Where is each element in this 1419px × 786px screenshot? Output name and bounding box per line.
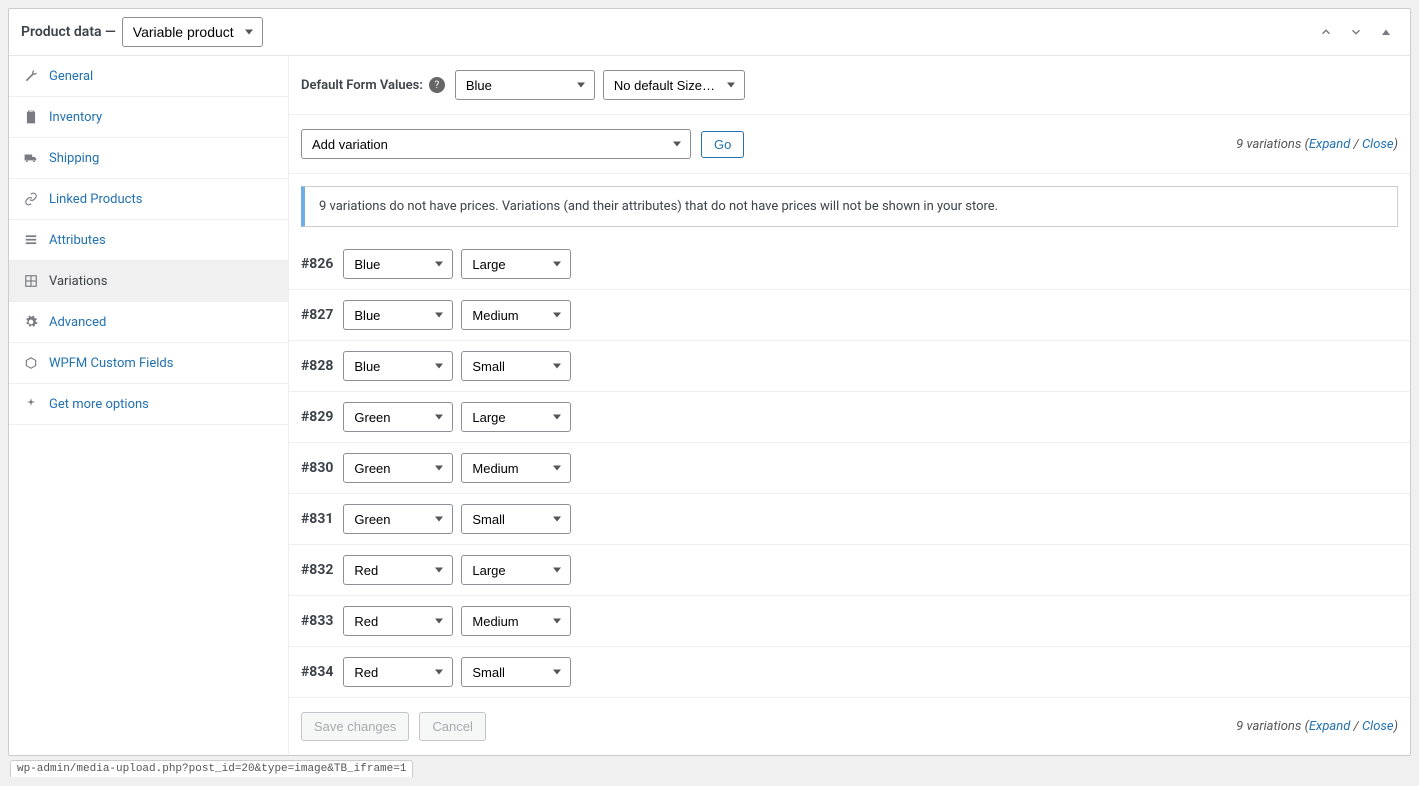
link-icon (23, 191, 39, 207)
variations-footer: Save changes Cancel 9 variations (Expand… (289, 698, 1410, 755)
variation-id: #834 (301, 664, 333, 680)
variation-id: #826 (301, 256, 333, 272)
save-changes-button[interactable]: Save changes (301, 712, 409, 741)
variation-size-select[interactable]: Medium (461, 300, 571, 330)
variation-color-select[interactable]: Blue (343, 351, 453, 381)
tab-label: Shipping (49, 151, 99, 166)
status-bar: wp-admin/media-upload.php?post_id=20&typ… (8, 756, 1411, 777)
variation-id: #829 (301, 409, 333, 425)
variation-color-select[interactable]: Red (343, 555, 453, 585)
product-type-select[interactable]: Variable product (122, 17, 263, 47)
panel-header: Product data — Variable product (9, 9, 1410, 56)
close-link[interactable]: Close (1362, 719, 1394, 734)
variations-content: Default Form Values: ? Blue No default S… (289, 56, 1410, 755)
tab-variations[interactable]: Variations (9, 261, 288, 302)
default-size-select[interactable]: No default Size… (603, 70, 745, 100)
expand-link[interactable]: Expand (1309, 719, 1350, 734)
tab-advanced[interactable]: Advanced (9, 302, 288, 343)
box-icon (23, 355, 39, 371)
panel-body: General Inventory Shipping Linked Produc… (9, 56, 1410, 755)
variation-row[interactable]: #832 Red Large (289, 545, 1410, 596)
variation-id: #831 (301, 511, 333, 527)
variation-color-select[interactable]: Green (343, 504, 453, 534)
help-icon[interactable]: ? (429, 77, 445, 93)
variation-size-select[interactable]: Medium (461, 606, 571, 636)
product-data-tabs: General Inventory Shipping Linked Produc… (9, 56, 289, 755)
variation-size-select[interactable]: Small (461, 657, 571, 687)
tab-label: Advanced (49, 315, 106, 330)
close-link[interactable]: Close (1362, 137, 1394, 152)
variation-row[interactable]: #827 Blue Medium (289, 290, 1410, 341)
variation-color-select[interactable]: Red (343, 606, 453, 636)
tab-label: General (49, 69, 93, 84)
variation-action-select[interactable]: Add variation (301, 129, 691, 159)
tab-wpfm-custom-fields[interactable]: WPFM Custom Fields (9, 343, 288, 384)
price-warning-notice: 9 variations do not have prices. Variati… (301, 186, 1398, 227)
add-variation-toolbar: Add variation Go 9 variations (Expand / … (289, 115, 1410, 174)
variation-row[interactable]: #834 Red Small (289, 647, 1410, 698)
variation-row[interactable]: #829 Green Large (289, 392, 1410, 443)
product-data-panel: Product data — Variable product (8, 8, 1411, 756)
variation-row[interactable]: #830 Green Medium (289, 443, 1410, 494)
default-color-select[interactable]: Blue (455, 70, 595, 100)
default-form-values-label: Default Form Values: (301, 78, 423, 93)
variations-list: #826 Blue Large #827 Blue Medium #828 Blue Small… (289, 239, 1410, 698)
tab-label: Attributes (49, 233, 106, 248)
panel-collapse-icon[interactable] (1374, 20, 1398, 44)
tab-inventory[interactable]: Inventory (9, 97, 288, 138)
variation-id: #832 (301, 562, 333, 578)
variation-color-select[interactable]: Blue (343, 249, 453, 279)
truck-icon (23, 150, 39, 166)
variation-size-select[interactable]: Small (461, 504, 571, 534)
sparkle-icon (23, 396, 39, 412)
variations-count-top: 9 variations (Expand / Close) (1236, 137, 1398, 152)
list-icon (23, 232, 39, 248)
tab-label: Inventory (49, 110, 102, 125)
variation-size-select[interactable]: Small (461, 351, 571, 381)
variation-id: #828 (301, 358, 333, 374)
panel-title: Product data — (21, 24, 116, 40)
variation-row[interactable]: #826 Blue Large (289, 239, 1410, 290)
variation-row[interactable]: #831 Green Small (289, 494, 1410, 545)
tab-get-more-options[interactable]: Get more options (9, 384, 288, 425)
tab-linked-products[interactable]: Linked Products (9, 179, 288, 220)
variation-color-select[interactable]: Red (343, 657, 453, 687)
variation-id: #833 (301, 613, 333, 629)
tab-label: Get more options (49, 397, 149, 412)
variation-size-select[interactable]: Large (461, 402, 571, 432)
variation-color-select[interactable]: Green (343, 453, 453, 483)
tab-label: Linked Products (49, 192, 142, 207)
wrench-icon (23, 68, 39, 84)
tab-attributes[interactable]: Attributes (9, 220, 288, 261)
variations-count-bottom: 9 variations (Expand / Close) (1236, 719, 1398, 734)
clipboard-icon (23, 109, 39, 125)
variation-id: #827 (301, 307, 333, 323)
variation-id: #830 (301, 460, 333, 476)
status-bar-text: wp-admin/media-upload.php?post_id=20&typ… (10, 760, 413, 777)
go-button[interactable]: Go (701, 131, 744, 158)
tab-shipping[interactable]: Shipping (9, 138, 288, 179)
variation-size-select[interactable]: Large (461, 249, 571, 279)
tab-label: WPFM Custom Fields (49, 356, 173, 371)
variation-size-select[interactable]: Large (461, 555, 571, 585)
variation-color-select[interactable]: Blue (343, 300, 453, 330)
cancel-button[interactable]: Cancel (419, 712, 485, 741)
tab-general[interactable]: General (9, 56, 288, 97)
grid-icon (23, 273, 39, 289)
panel-order-down-icon[interactable] (1344, 20, 1368, 44)
variation-size-select[interactable]: Medium (461, 453, 571, 483)
variation-row[interactable]: #833 Red Medium (289, 596, 1410, 647)
tab-label: Variations (49, 274, 107, 289)
expand-link[interactable]: Expand (1309, 137, 1350, 152)
default-form-values-row: Default Form Values: ? Blue No default S… (289, 56, 1410, 115)
panel-order-up-icon[interactable] (1314, 20, 1338, 44)
gear-icon (23, 314, 39, 330)
variation-color-select[interactable]: Green (343, 402, 453, 432)
variation-row[interactable]: #828 Blue Small (289, 341, 1410, 392)
panel-header-controls (1314, 20, 1398, 44)
